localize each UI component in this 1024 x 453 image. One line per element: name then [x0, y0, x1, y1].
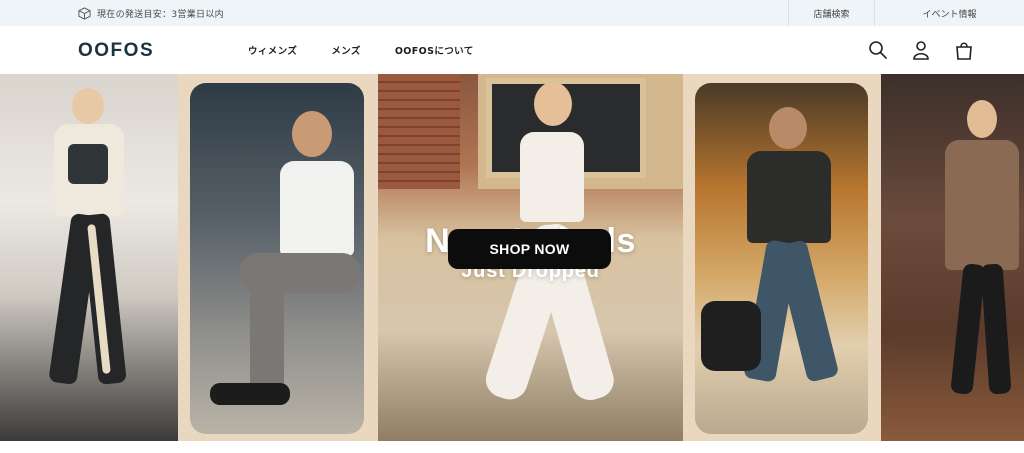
hero-image-womens-casual: [881, 74, 1024, 441]
nav-item-about[interactable]: OOFOSについて: [395, 43, 474, 57]
shop-now-button[interactable]: SHOP NOW: [448, 229, 611, 269]
nav-item-mens[interactable]: メンズ: [331, 43, 361, 57]
header-icons: [845, 40, 974, 60]
nav-item-womens[interactable]: ウィメンズ: [248, 43, 297, 57]
hero-image-mens-outdoor: [695, 83, 868, 434]
events-link[interactable]: イベント情報: [874, 0, 1024, 26]
package-icon: [78, 6, 91, 20]
search-icon[interactable]: [868, 40, 888, 60]
site-header: OOFOS ウィメンズ メンズ OOFOSについて: [0, 26, 1024, 74]
cart-icon[interactable]: [954, 40, 974, 60]
shipping-text: 現在の発送目安：3営業日以内: [97, 9, 224, 20]
logo[interactable]: OOFOS: [78, 40, 154, 62]
hero-image-womens-activewear: [0, 74, 178, 441]
announcement-bar: 現在の発送目安：3営業日以内 店舗検索 イベント情報: [0, 0, 1024, 26]
hero-image-mens-gym: [190, 83, 364, 434]
store-search-link[interactable]: 店舗検索: [788, 0, 874, 26]
account-icon[interactable]: [911, 40, 931, 60]
shipping-notice: 現在の発送目安：3営業日以内: [78, 6, 224, 20]
main-nav: ウィメンズ メンズ OOFOSについて: [248, 26, 508, 74]
page-bottom-spacer: [0, 441, 1024, 453]
